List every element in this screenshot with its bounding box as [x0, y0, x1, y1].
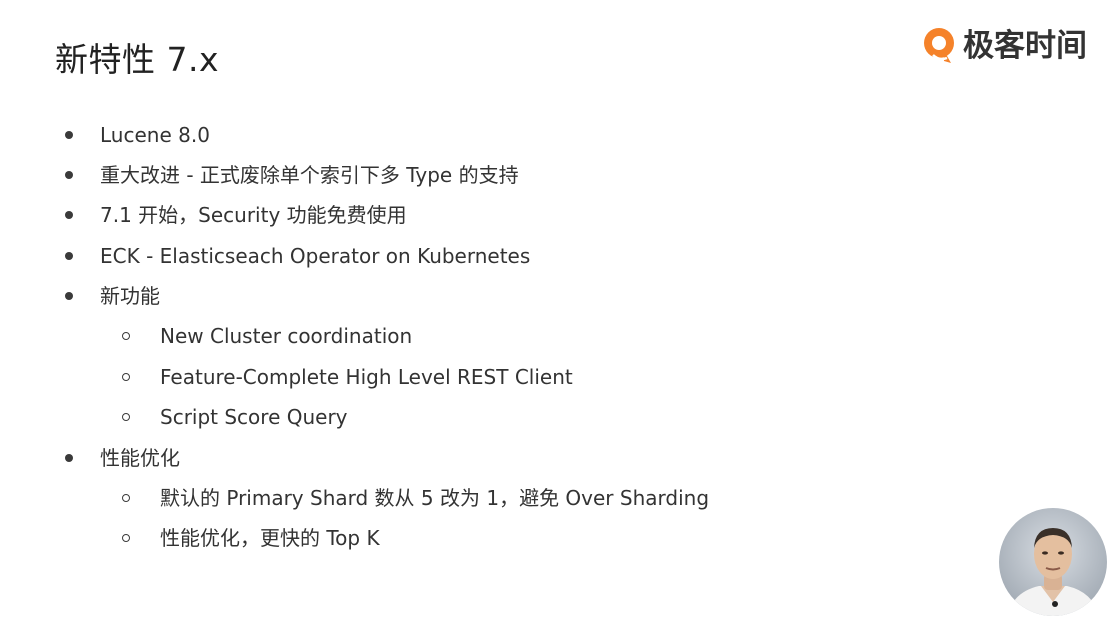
- list-item-text: 性能优化，更快的 Top K: [160, 526, 380, 550]
- list-item-text: New Cluster coordination: [160, 324, 413, 348]
- bullet-icon: [60, 281, 100, 311]
- list-item: ECK - Elasticseach Operator on Kubernete…: [60, 241, 530, 271]
- list-item: Lucene 8.0: [60, 120, 210, 150]
- list-item-text: Feature-Complete High Level REST Client: [160, 365, 573, 389]
- list-item: 重大改进 - 正式废除单个索引下多 Type 的支持: [60, 160, 519, 190]
- circle-bullet-icon: [119, 483, 160, 513]
- sub-list-item: 性能优化，更快的 Top K: [119, 523, 380, 553]
- circle-bullet-icon: [119, 321, 160, 351]
- presenter-webcam-icon: [999, 508, 1107, 616]
- sub-list-item: Feature-Complete High Level REST Client: [119, 362, 573, 392]
- list-item-text: Script Score Query: [160, 405, 348, 429]
- list-item-text: 7.1 开始，Security 功能免费使用: [100, 203, 407, 227]
- circle-bullet-icon: [119, 402, 160, 432]
- bullet-icon: [60, 120, 100, 150]
- list-item-text: 重大改进 - 正式废除单个索引下多 Type 的支持: [100, 163, 519, 187]
- bullet-icon: [60, 200, 100, 230]
- bullet-list: Lucene 8.0 重大改进 - 正式废除单个索引下多 Type 的支持 7.…: [0, 0, 1119, 627]
- bullet-icon: [60, 241, 100, 271]
- list-item: 新功能: [60, 281, 160, 311]
- circle-bullet-icon: [119, 362, 160, 392]
- list-item-text: 新功能: [100, 284, 160, 308]
- list-item-text: ECK - Elasticseach Operator on Kubernete…: [100, 244, 531, 268]
- list-item: 7.1 开始，Security 功能免费使用: [60, 200, 407, 230]
- sub-list-item: New Cluster coordination: [119, 321, 412, 351]
- list-item-text: Lucene 8.0: [100, 123, 210, 147]
- sub-list-item: Script Score Query: [119, 402, 348, 432]
- list-item: 性能优化: [60, 443, 180, 473]
- bullet-icon: [60, 443, 100, 473]
- circle-bullet-icon: [119, 523, 160, 553]
- bullet-icon: [60, 160, 100, 190]
- list-item-text: 性能优化: [100, 446, 180, 470]
- list-item-text: 默认的 Primary Shard 数从 5 改为 1，避免 Over Shar…: [160, 486, 710, 510]
- sub-list-item: 默认的 Primary Shard 数从 5 改为 1，避免 Over Shar…: [119, 483, 709, 513]
